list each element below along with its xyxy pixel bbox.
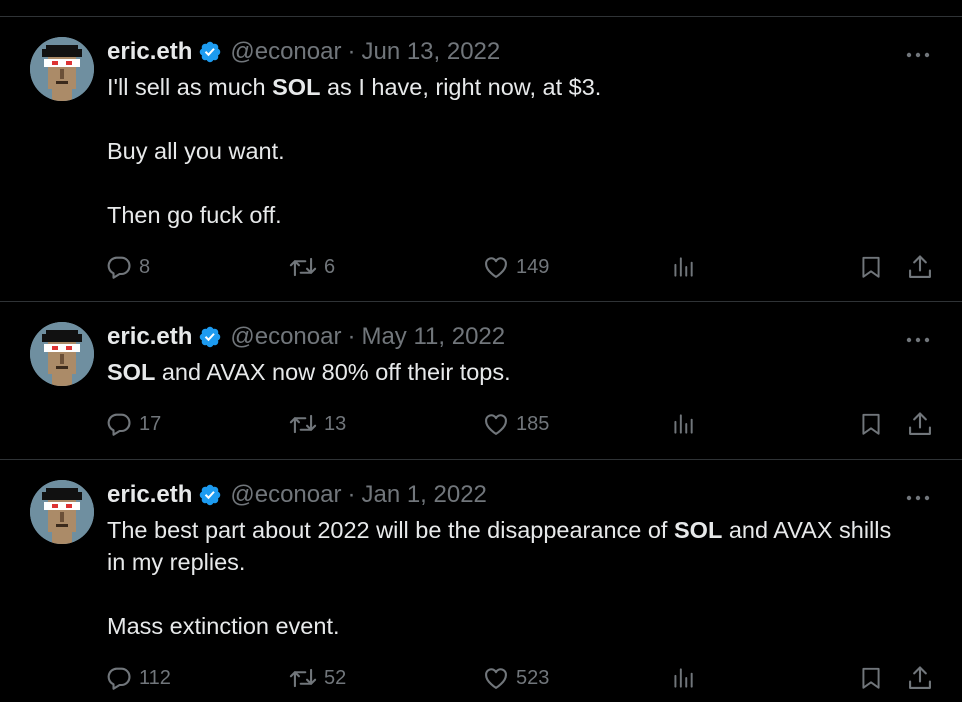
verified-badge-icon	[198, 325, 222, 349]
like-count: 185	[516, 412, 550, 435]
like-icon	[485, 414, 507, 435]
like-icon	[485, 668, 507, 689]
views-button[interactable]	[670, 251, 696, 283]
repost-button[interactable]: 13	[288, 408, 346, 440]
reply-count: 8	[139, 255, 151, 278]
top-divider	[0, 0, 962, 17]
repost-count: 6	[324, 255, 336, 278]
like-button[interactable]: 149	[482, 251, 549, 283]
user-handle[interactable]: @econoar	[230, 38, 341, 66]
more-icon[interactable]	[904, 330, 932, 350]
views-icon	[674, 257, 693, 277]
avatar[interactable]	[30, 322, 94, 386]
tweet-header: eric.eth @econoar · May 11, 2022	[107, 322, 505, 352]
tweet-date[interactable]: Jun 13, 2022	[361, 38, 500, 66]
tweet[interactable]: eric.eth @econoar · Jan 1, 2022 The best…	[0, 460, 962, 702]
verified-badge-icon	[198, 40, 222, 64]
tweet-actions: 112 52 523	[0, 662, 962, 694]
tweet-text-line: Then go fuck off.	[107, 202, 282, 228]
tweet-date[interactable]: Jan 1, 2022	[361, 481, 486, 509]
views-button[interactable]	[670, 408, 696, 440]
like-icon	[485, 257, 507, 278]
bookmark-icon	[862, 667, 880, 689]
tweet[interactable]: eric.eth @econoar · Jun 13, 2022 I'll se…	[0, 17, 962, 302]
separator: ·	[347, 323, 356, 350]
avatar-image	[30, 480, 94, 544]
bookmark-icon	[862, 256, 880, 278]
tweet-text-line: The best part about 2022 will be the dis…	[107, 517, 892, 543]
like-button[interactable]: 185	[482, 408, 549, 440]
bookmark-button[interactable]	[858, 408, 884, 440]
repost-icon	[289, 257, 317, 277]
reply-icon	[107, 256, 131, 279]
like-count: 149	[516, 255, 550, 278]
tweet-text-line: Buy all you want.	[107, 138, 285, 164]
tweet-header: eric.eth @econoar · Jun 13, 2022	[107, 37, 500, 67]
reply-button[interactable]: 8	[105, 251, 150, 283]
tweet-date[interactable]: May 11, 2022	[361, 323, 505, 351]
views-icon	[674, 668, 693, 688]
display-name[interactable]: eric.eth	[107, 323, 192, 351]
tweet-text-line: in my replies.	[107, 549, 246, 575]
share-button[interactable]	[906, 408, 934, 440]
tweet-text-line: SOL and AVAX now 80% off their tops.	[107, 359, 511, 385]
repost-count: 52	[324, 666, 347, 689]
repost-button[interactable]: 6	[288, 251, 335, 283]
share-icon	[909, 666, 931, 689]
display-name[interactable]: eric.eth	[107, 481, 192, 509]
repost-button[interactable]: 52	[288, 662, 346, 694]
tweet-text-line: I'll sell as much SOL as I have, right n…	[107, 74, 602, 100]
bookmark-icon	[862, 413, 880, 435]
reply-button[interactable]: 112	[105, 662, 171, 694]
like-button[interactable]: 523	[482, 662, 549, 694]
share-button[interactable]	[906, 251, 934, 283]
repost-count: 13	[324, 412, 347, 435]
tweet-text: The best part about 2022 will be the dis…	[107, 514, 937, 642]
tweet-text: I'll sell as much SOL as I have, right n…	[107, 71, 937, 231]
repost-icon	[289, 668, 317, 688]
repost-icon	[289, 414, 317, 434]
reply-count: 17	[139, 412, 162, 435]
avatar[interactable]	[30, 480, 94, 544]
avatar[interactable]	[30, 37, 94, 101]
display-name[interactable]: eric.eth	[107, 38, 192, 66]
reply-button[interactable]: 17	[105, 408, 161, 440]
avatar-image	[30, 37, 94, 101]
tweet-text-line: Mass extinction event.	[107, 613, 340, 639]
reply-icon	[107, 667, 131, 690]
avatar-image	[30, 322, 94, 386]
share-icon	[909, 255, 931, 278]
user-handle[interactable]: @econoar	[230, 481, 341, 509]
bookmark-button[interactable]	[858, 662, 884, 694]
more-icon[interactable]	[904, 45, 932, 65]
more-icon[interactable]	[904, 488, 932, 508]
reply-icon	[107, 413, 131, 436]
tweet-actions: 17 13 185	[0, 408, 962, 440]
share-button[interactable]	[906, 662, 934, 694]
views-icon	[674, 414, 693, 434]
verified-badge-icon	[198, 483, 222, 507]
user-handle[interactable]: @econoar	[230, 323, 341, 351]
reply-count: 112	[139, 666, 171, 689]
share-icon	[909, 412, 931, 435]
tweet-text: SOL and AVAX now 80% off their tops.	[107, 356, 937, 388]
like-count: 523	[516, 666, 550, 689]
separator: ·	[347, 38, 356, 65]
tweet[interactable]: eric.eth @econoar · May 11, 2022 SOL and…	[0, 302, 962, 460]
views-button[interactable]	[670, 662, 696, 694]
bookmark-button[interactable]	[858, 251, 884, 283]
tweet-actions: 8 6 149	[0, 251, 962, 283]
separator: ·	[347, 481, 356, 508]
tweet-header: eric.eth @econoar · Jan 1, 2022	[107, 480, 487, 510]
